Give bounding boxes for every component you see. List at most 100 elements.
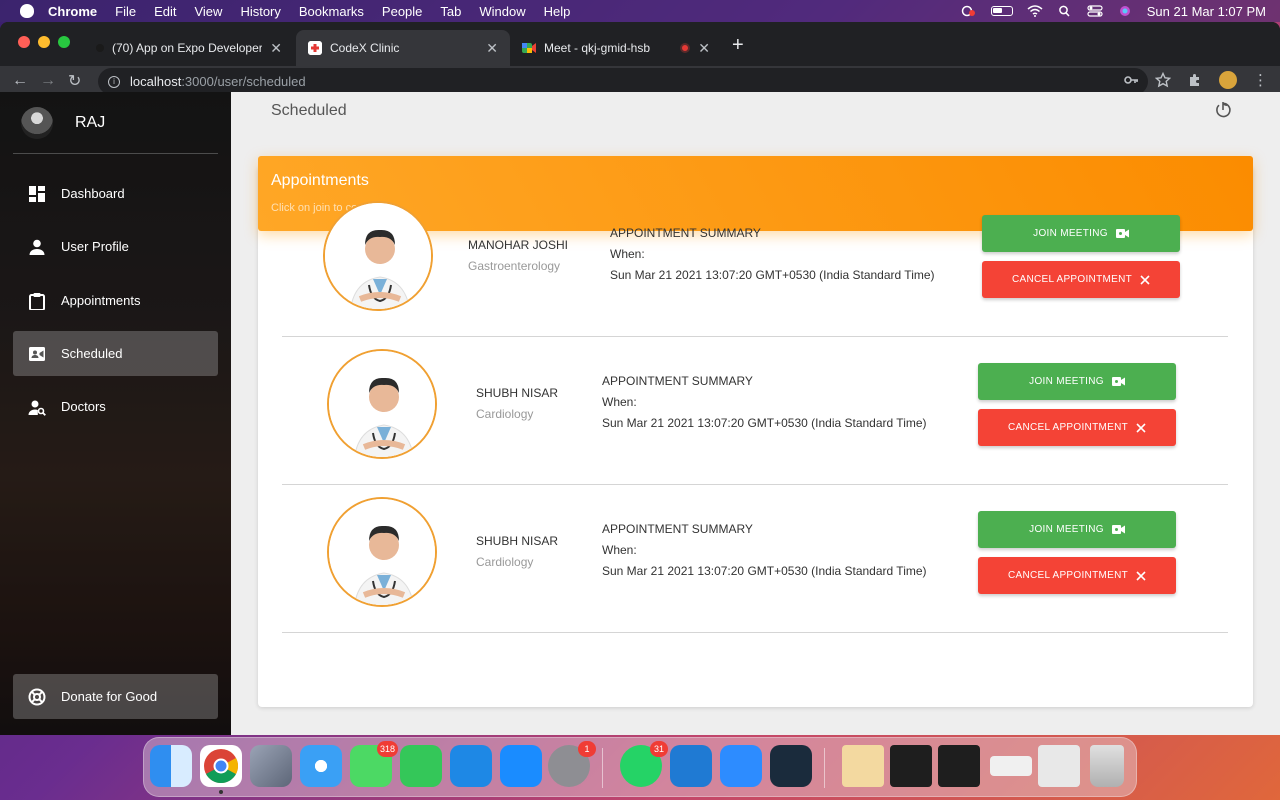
macos-menu-bar: Chrome File Edit View History Bookmarks …	[0, 0, 1280, 22]
menu-history[interactable]: History	[240, 4, 280, 19]
main-content: Scheduled Appointments Click on join to …	[231, 92, 1280, 735]
cancel-appointment-label: CANCEL APPOINTMENT	[1007, 570, 1129, 581]
wifi-icon[interactable]	[1027, 5, 1043, 17]
minimize-window-button[interactable]	[38, 36, 50, 48]
when-label: When:	[602, 395, 637, 409]
minimized-window-thumbnail[interactable]	[890, 745, 932, 787]
doctor-name: SHUBH NISAR	[476, 386, 559, 400]
menu-people[interactable]: People	[382, 4, 422, 19]
doctor-photo	[327, 497, 437, 607]
reload-icon[interactable]: ↻	[68, 71, 81, 91]
address-bar[interactable]: i localhost:3000/user/scheduled	[98, 68, 1148, 95]
zoom-window-button[interactable]	[58, 36, 70, 48]
cancel-appointment-button[interactable]: CANCEL APPOINTMENT	[978, 409, 1176, 446]
sidebar-item-doctors[interactable]: Doctors	[13, 384, 218, 429]
macos-dock: 318 1 31	[143, 737, 1137, 797]
safari-icon[interactable]	[300, 745, 342, 787]
messages-badge: 318	[376, 741, 398, 757]
trash-icon[interactable]	[1090, 745, 1124, 787]
minimized-window-thumbnail[interactable]	[842, 745, 884, 787]
tab-meet[interactable]: Meet - qkj-gmid-hsb ✕	[510, 30, 722, 66]
menu-help[interactable]: Help	[544, 4, 571, 19]
summary-title: APPOINTMENT SUMMARY	[602, 374, 753, 388]
launchpad-icon[interactable]	[250, 745, 292, 787]
chrome-icon[interactable]	[200, 745, 242, 787]
apple-logo-icon[interactable]	[20, 4, 34, 18]
battery-icon[interactable]	[990, 6, 1013, 16]
sidebar-item-dashboard[interactable]: Dashboard	[13, 171, 218, 216]
close-tab-icon[interactable]: ✕	[698, 40, 710, 57]
user-block[interactable]: RAJ	[13, 92, 218, 154]
sidebar-item-label: User Profile	[61, 239, 129, 254]
donate-label: Donate for Good	[61, 689, 158, 704]
finder-icon[interactable]	[150, 745, 192, 787]
xcode-simulator-icon[interactable]	[450, 745, 492, 787]
bookmark-star-icon[interactable]	[1155, 72, 1171, 88]
window-controls	[18, 36, 70, 48]
whatsapp-icon[interactable]: 31	[620, 741, 668, 787]
menu-window[interactable]: Window	[479, 4, 525, 19]
appointment-time: Sun Mar 21 2021 13:07:20 GMT+0530 (India…	[602, 564, 927, 578]
sidebar: RAJ Dashboard User Profile Appointments …	[0, 92, 231, 735]
minimized-window-thumbnail[interactable]	[990, 756, 1032, 776]
menubar-clock[interactable]: Sun 21 Mar 1:07 PM	[1147, 4, 1266, 19]
vscode-icon[interactable]	[670, 745, 712, 787]
appointment-summary: APPOINTMENT SUMMARY When: Sun Mar 21 202…	[602, 371, 927, 434]
siri-icon[interactable]	[1117, 5, 1133, 17]
menu-view[interactable]: View	[194, 4, 222, 19]
menu-tab[interactable]: Tab	[440, 4, 461, 19]
spotlight-search-icon[interactable]	[1057, 5, 1073, 17]
sidebar-item-user-profile[interactable]: User Profile	[13, 224, 218, 269]
app-store-icon[interactable]	[500, 745, 542, 787]
join-meeting-button[interactable]: JOIN MEETING	[982, 215, 1180, 252]
dock-separator	[602, 748, 603, 788]
zoom-icon[interactable]	[720, 745, 762, 787]
back-arrow-icon[interactable]: ←	[12, 72, 28, 90]
tab-expo[interactable]: (70) App on Expo Developer To ✕	[84, 30, 294, 66]
toolbar-actions: ⋮	[1123, 71, 1268, 89]
extensions-puzzle-icon[interactable]	[1187, 72, 1203, 88]
appointment-row: SHUBH NISAR Cardiology APPOINTMENT SUMMA…	[282, 485, 1228, 633]
forward-arrow-icon[interactable]: →	[40, 72, 56, 90]
quicktime-icon[interactable]	[770, 745, 812, 787]
appointment-summary: APPOINTMENT SUMMARY When: Sun Mar 21 202…	[610, 223, 935, 286]
key-icon[interactable]	[1123, 72, 1139, 88]
more-menu-icon[interactable]: ⋮	[1253, 71, 1268, 89]
system-preferences-icon[interactable]: 1	[548, 741, 596, 787]
meet-favicon-icon	[522, 41, 536, 55]
control-center-icon[interactable]	[1087, 5, 1103, 17]
page-viewport: RAJ Dashboard User Profile Appointments …	[0, 92, 1280, 735]
cancel-appointment-button[interactable]: CANCEL APPOINTMENT	[982, 261, 1180, 298]
appointments-card: Appointments Click on join to continue. …	[258, 156, 1253, 707]
messages-icon[interactable]: 318	[350, 741, 398, 787]
menu-bookmarks[interactable]: Bookmarks	[299, 4, 364, 19]
close-tab-icon[interactable]: ✕	[270, 40, 282, 57]
creative-cloud-icon[interactable]	[961, 5, 977, 17]
close-tab-icon[interactable]: ✕	[486, 40, 498, 57]
site-info-icon[interactable]: i	[108, 75, 120, 88]
minimized-window-thumbnail[interactable]	[1038, 745, 1080, 787]
video-camera-icon	[1115, 229, 1129, 238]
appointment-row: SHUBH NISAR Cardiology APPOINTMENT SUMMA…	[282, 337, 1228, 485]
join-meeting-button[interactable]: JOIN MEETING	[978, 511, 1176, 548]
profile-avatar[interactable]	[1219, 71, 1237, 89]
sidebar-item-scheduled[interactable]: Scheduled	[13, 331, 218, 376]
cancel-appointment-button[interactable]: CANCEL APPOINTMENT	[978, 557, 1176, 594]
doctor-name: MANOHAR JOSHI	[468, 238, 569, 252]
sidebar-item-appointments[interactable]: Appointments	[13, 278, 218, 323]
cancel-appointment-label: CANCEL APPOINTMENT	[1011, 274, 1133, 285]
facetime-icon[interactable]	[400, 745, 442, 787]
new-tab-button[interactable]: +	[732, 34, 744, 57]
video-camera-icon	[1111, 377, 1125, 386]
menu-file[interactable]: File	[115, 4, 136, 19]
doctor-photo	[327, 349, 437, 459]
close-window-button[interactable]	[18, 36, 30, 48]
tab-codex-clinic[interactable]: CodeX Clinic ✕	[296, 30, 510, 66]
join-meeting-button[interactable]: JOIN MEETING	[978, 363, 1176, 400]
minimized-window-thumbnail[interactable]	[938, 745, 980, 787]
donate-button[interactable]: Donate for Good	[13, 674, 218, 719]
dock-separator	[824, 748, 825, 788]
menu-edit[interactable]: Edit	[154, 4, 176, 19]
power-logout-icon[interactable]	[1214, 101, 1232, 119]
menu-app-name[interactable]: Chrome	[48, 4, 97, 19]
